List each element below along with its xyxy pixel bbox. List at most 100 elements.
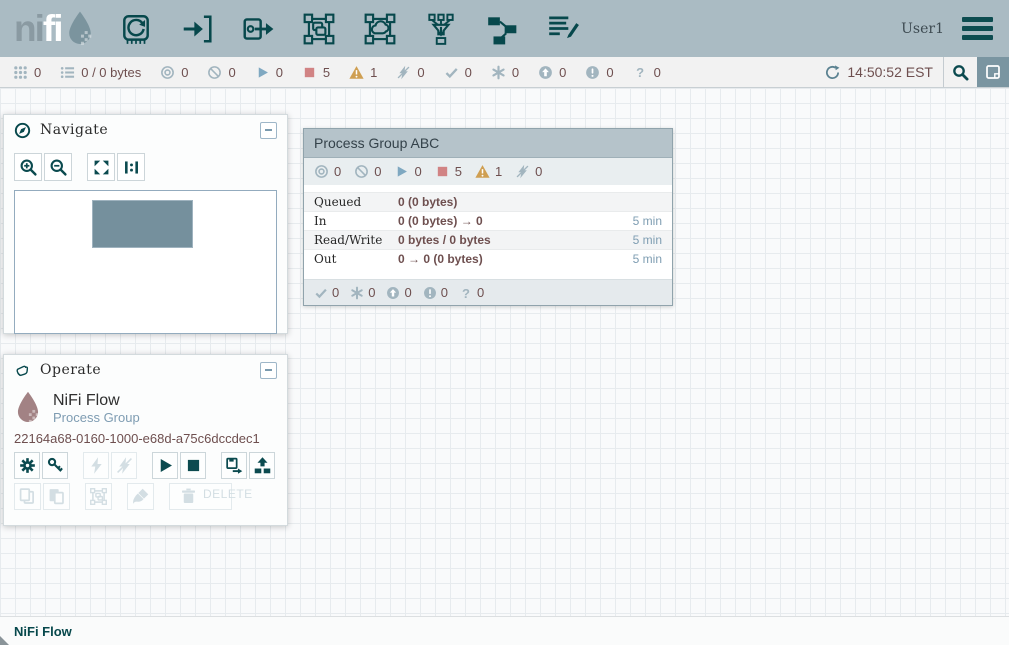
status-asterisk: 0 <box>491 65 519 80</box>
count: 5 <box>455 164 462 179</box>
status-not-transmitting: 0 <box>207 65 235 80</box>
play-button[interactable] <box>152 452 178 479</box>
status-warning: 1 <box>475 164 502 179</box>
logo-text-ni: ni <box>14 10 43 47</box>
count: 0 <box>404 285 411 300</box>
remote-process-group-icon[interactable] <box>363 12 397 46</box>
breadcrumb-resize-handle[interactable] <box>0 636 9 645</box>
brush-icon <box>131 487 150 506</box>
copy-button[interactable] <box>14 483 41 510</box>
bulletin-panel-button[interactable] <box>977 57 1009 87</box>
status-question: ?0 <box>633 65 661 80</box>
operate-collapse-button[interactable] <box>260 362 277 379</box>
count: 0 / 0 bytes <box>81 65 141 80</box>
flow-canvas[interactable]: Process Group ABC 000510 Queued0 (0 byte… <box>0 88 1009 616</box>
delete-button[interactable]: DELETE <box>169 483 232 510</box>
process-group-rows: Queued0 (0 bytes)In0 (0 bytes) → 05 minR… <box>304 192 672 268</box>
count: 0 <box>228 65 235 80</box>
zoom-fit-button[interactable] <box>87 153 115 181</box>
button-label: DELETE <box>203 487 222 506</box>
brush-button[interactable] <box>127 483 154 510</box>
stat-row-out: Out0 → 0 (0 bytes)5 min <box>304 249 672 268</box>
logo-text-fi: fi <box>43 10 62 47</box>
funnel-icon[interactable] <box>424 12 458 46</box>
birdseye-minimap[interactable] <box>14 190 277 334</box>
global-menu-button[interactable] <box>960 15 995 42</box>
save-template-button[interactable] <box>221 452 247 479</box>
status-warning: 1 <box>349 65 377 80</box>
stat-row-in: In0 (0 bytes) → 05 min <box>304 211 672 230</box>
row-label: Queued <box>314 195 398 209</box>
key-button[interactable] <box>42 452 68 479</box>
minimap-viewport-rect[interactable] <box>92 200 193 248</box>
status-transmitting: 0 <box>314 164 341 179</box>
count: 0 <box>654 65 661 80</box>
arrow-up-circle-icon <box>386 286 400 300</box>
process-group-icon[interactable] <box>302 12 336 46</box>
status-invalid: 0 <box>515 164 542 179</box>
invalid-icon <box>396 65 411 80</box>
process-group-component[interactable]: Process Group ABC 000510 Queued0 (0 byte… <box>303 128 673 306</box>
breadcrumb-root-link[interactable]: NiFi Flow <box>14 624 72 639</box>
processor-icon[interactable] <box>119 12 153 46</box>
operate-title: Operate <box>40 362 101 378</box>
selected-component: NiFi Flow Process Group <box>4 385 287 426</box>
save-template-icon <box>225 456 244 475</box>
process-group-header[interactable]: Process Group ABC <box>304 129 672 158</box>
label-icon[interactable] <box>546 12 580 46</box>
asterisk-icon <box>350 286 364 300</box>
count: 0 <box>368 285 375 300</box>
count: 1 <box>495 164 502 179</box>
row-time-window: 5 min <box>633 252 662 266</box>
status-threads: 0 <box>13 65 41 80</box>
refresh-icon[interactable] <box>825 65 840 80</box>
current-user-label: User1 <box>901 21 944 37</box>
selected-flow-type: Process Group <box>53 410 140 425</box>
count: 5 <box>323 65 330 80</box>
warning-icon <box>349 65 364 80</box>
paste-button[interactable] <box>43 483 70 510</box>
stop-button[interactable] <box>180 452 206 479</box>
status-arrow-up-circle: 0 <box>386 285 411 300</box>
zoom-out-button[interactable] <box>44 153 72 181</box>
stat-row-queued: Queued0 (0 bytes) <box>304 192 672 211</box>
input-port-icon[interactable] <box>180 12 214 46</box>
key-icon <box>46 456 65 475</box>
upload-template-icon <box>253 456 272 475</box>
copy-icon <box>18 487 37 506</box>
status-exclamation-circle: 0 <box>423 285 448 300</box>
count: 0 <box>414 164 421 179</box>
header-right: User1 <box>901 15 995 42</box>
question-icon: ? <box>633 65 648 80</box>
upload-template-button[interactable] <box>249 452 275 479</box>
asterisk-icon <box>491 65 506 80</box>
nifi-drop-icon <box>65 10 95 48</box>
arrow-up-circle-icon <box>538 65 553 80</box>
nifi-app: ni fi User1 00 / 0 bytes0005100000?0 14:… <box>0 0 1009 645</box>
operate-buttons-row2: DELETE <box>4 479 287 510</box>
exclamation-circle-icon <box>423 286 437 300</box>
zoom-actual-button[interactable] <box>117 153 145 181</box>
play-icon <box>156 456 175 475</box>
search-button[interactable] <box>943 57 977 87</box>
count: 0 <box>34 65 41 80</box>
row-time-window: 5 min <box>633 214 662 228</box>
not-transmitting-icon <box>354 164 369 179</box>
status-running: 0 <box>255 65 283 80</box>
operate-buttons-row1 <box>4 448 287 479</box>
count: 1 <box>370 65 377 80</box>
group-button[interactable] <box>85 483 112 510</box>
question-icon: ? <box>459 286 473 300</box>
lightning-slash-button[interactable] <box>111 452 137 479</box>
transmitting-icon <box>160 65 175 80</box>
settings-button[interactable] <box>14 452 40 479</box>
row-label: Out <box>314 252 398 266</box>
zoom-actual-icon <box>122 158 141 177</box>
status-running: 0 <box>394 164 421 179</box>
status-stopped: 5 <box>435 164 462 179</box>
template-icon[interactable] <box>485 12 519 46</box>
lightning-button[interactable] <box>83 452 109 479</box>
zoom-in-button[interactable] <box>14 153 42 181</box>
output-port-icon[interactable] <box>241 12 275 46</box>
navigate-collapse-button[interactable] <box>260 122 277 139</box>
